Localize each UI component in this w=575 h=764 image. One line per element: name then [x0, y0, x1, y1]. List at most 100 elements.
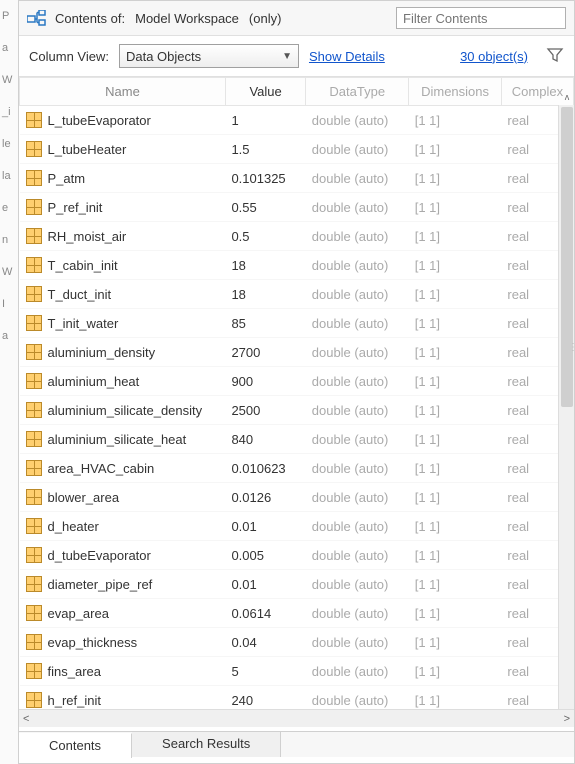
row-dimensions: [1 1] [409, 425, 502, 454]
row-datatype: double (auto) [306, 338, 409, 367]
row-name: P_atm [48, 171, 86, 186]
table-row[interactable]: RH_moist_air0.5double (auto)[1 1]real [20, 222, 574, 251]
row-value: 0.04 [225, 628, 305, 657]
tab-contents[interactable]: Contents [19, 733, 132, 758]
row-datatype: double (auto) [306, 541, 409, 570]
table-row[interactable]: aluminium_silicate_density 2500double (au… [20, 396, 574, 425]
table-row[interactable]: P_atm0.101325double (auto)[1 1]real [20, 164, 574, 193]
row-dimensions: [1 1] [409, 628, 502, 657]
scroll-up-arrow-icon[interactable]: ʌ [559, 89, 574, 105]
row-name: aluminium_heat [48, 374, 140, 389]
row-name: diameter_pipe_ref [48, 577, 153, 592]
row-datatype: double (auto) [306, 367, 409, 396]
row-name: aluminium_density [48, 345, 156, 360]
table-row[interactable]: blower_area0.0126double (auto)[1 1]real [20, 483, 574, 512]
row-name: L_tubeHeater [48, 142, 127, 157]
variable-icon [26, 518, 42, 534]
row-datatype: double (auto) [306, 309, 409, 338]
table-row[interactable]: aluminium_heat900double (auto)[1 1]real [20, 367, 574, 396]
col-header-value[interactable]: Value [225, 78, 305, 106]
row-value: 2700 [225, 338, 305, 367]
table-row[interactable]: P_ref_init0.55double (auto)[1 1]real [20, 193, 574, 222]
row-value: 0.0614 [225, 599, 305, 628]
row-datatype: double (auto) [306, 222, 409, 251]
table-row[interactable]: aluminium_density2700double (auto)[1 1]r… [20, 338, 574, 367]
row-name: P_ref_init [48, 200, 103, 215]
column-view-dropdown[interactable]: Data Objects ▼ [119, 44, 299, 68]
row-name: T_duct_init [48, 287, 112, 302]
row-value: 18 [225, 251, 305, 280]
chevron-down-icon: ▼ [282, 51, 292, 62]
table-row[interactable]: T_cabin_init18double (auto)[1 1]real [20, 251, 574, 280]
filter-contents-input[interactable] [396, 7, 566, 29]
table-row[interactable]: area_HVAC_cabin0.010623double (auto)[1 1… [20, 454, 574, 483]
model-explorer-panel: Contents of: Model Workspace (only) Colu… [18, 0, 575, 764]
row-datatype: double (auto) [306, 251, 409, 280]
row-name: d_tubeEvaporator [48, 548, 151, 563]
row-datatype: double (auto) [306, 425, 409, 454]
variable-icon [26, 228, 42, 244]
scroll-left-arrow-icon[interactable]: < [23, 713, 29, 725]
contents-of-label: Contents of: [55, 11, 125, 26]
row-dimensions: [1 1] [409, 164, 502, 193]
variable-icon [26, 663, 42, 679]
table-row[interactable]: aluminium_silicate_heat840double (auto)[… [20, 425, 574, 454]
table-row[interactable]: fins_area5double (auto)[1 1]real [20, 657, 574, 686]
filter-funnel-icon[interactable] [546, 46, 564, 67]
row-dimensions: [1 1] [409, 570, 502, 599]
col-header-name[interactable]: Name [20, 78, 226, 106]
table-row[interactable]: d_tubeEvaporator0.005double (auto)[1 1]r… [20, 541, 574, 570]
resize-grip-icon[interactable]: ⋮ [568, 346, 574, 350]
toolbar-row: Column View: Data Objects ▼ Show Details… [19, 36, 574, 77]
scroll-thumb[interactable] [561, 107, 573, 407]
row-datatype: double (auto) [306, 193, 409, 222]
row-name: RH_moist_air [48, 229, 127, 244]
row-dimensions: [1 1] [409, 193, 502, 222]
variable-icon [26, 547, 42, 563]
row-dimensions: [1 1] [409, 686, 502, 710]
table-row[interactable]: diameter_pipe_ref0.01double (auto)[1 1]r… [20, 570, 574, 599]
row-name: evap_area [48, 606, 109, 621]
row-name: aluminium_silicate_density [48, 403, 203, 418]
table-row[interactable]: evap_area0.0614double (auto)[1 1]real [20, 599, 574, 628]
row-value: 2500 [225, 396, 305, 425]
variable-icon [26, 170, 42, 186]
variable-icon [26, 431, 42, 447]
variable-icon [26, 605, 42, 621]
table-row[interactable]: T_duct_init18double (auto)[1 1]real [20, 280, 574, 309]
col-header-datatype[interactable]: DataType [306, 78, 409, 106]
row-datatype: double (auto) [306, 599, 409, 628]
table-row[interactable]: T_init_water85double (auto)[1 1]real [20, 309, 574, 338]
variable-icon [26, 634, 42, 650]
row-value: 5 [225, 657, 305, 686]
row-datatype: double (auto) [306, 396, 409, 425]
variable-icon [26, 402, 42, 418]
tab-search-results[interactable]: Search Results [132, 732, 281, 757]
dropdown-value: Data Objects [126, 49, 201, 64]
horizontal-scrollbar[interactable]: < > [19, 709, 574, 727]
scroll-down-arrow-icon[interactable] [559, 709, 574, 725]
workspace-icon [27, 10, 47, 26]
table-row[interactable]: h_ref_init240double (auto)[1 1]real [20, 686, 574, 710]
table-row[interactable]: evap_thickness0.04double (auto)[1 1]real [20, 628, 574, 657]
table-row[interactable]: L_tubeEvaporator1double (auto)[1 1]real [20, 106, 574, 135]
contents-header: Contents of: Model Workspace (only) [19, 1, 574, 36]
row-datatype: double (auto) [306, 483, 409, 512]
object-count-link[interactable]: 30 object(s) [460, 49, 528, 64]
row-dimensions: [1 1] [409, 512, 502, 541]
col-header-dimensions[interactable]: Dimensions [409, 78, 502, 106]
row-datatype: double (auto) [306, 106, 409, 135]
table-row[interactable]: L_tubeHeater1.5double (auto)[1 1]real [20, 135, 574, 164]
table-container: Name Value DataType Dimensions Complex L… [19, 77, 574, 731]
row-value: 0.101325 [225, 164, 305, 193]
row-name: fins_area [48, 664, 101, 679]
variable-icon [26, 373, 42, 389]
vertical-scrollbar[interactable]: ʌ [558, 105, 574, 709]
table-row[interactable]: d_heater0.01double (auto)[1 1]real [20, 512, 574, 541]
variable-icon [26, 460, 42, 476]
row-value: 0.005 [225, 541, 305, 570]
bottom-tab-bar: Contents Search Results [19, 731, 574, 757]
variable-icon [26, 315, 42, 331]
show-details-link[interactable]: Show Details [309, 49, 385, 64]
table-scroll-area[interactable]: Name Value DataType Dimensions Complex L… [19, 77, 574, 709]
